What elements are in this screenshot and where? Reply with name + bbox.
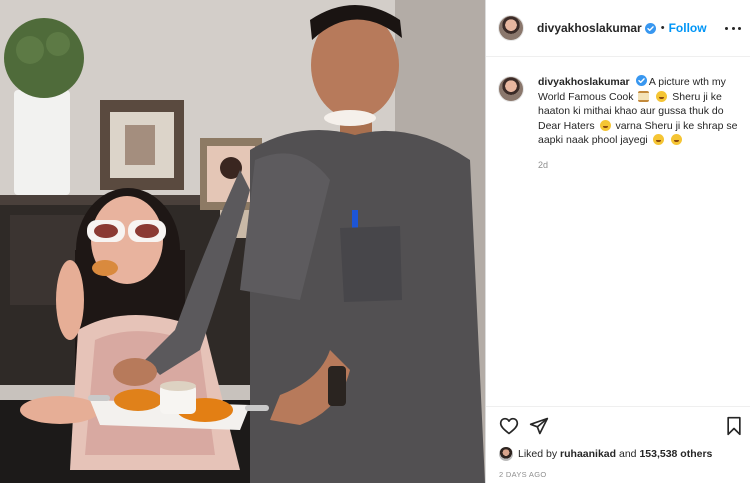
author-username[interactable]: divyakhoslakumar <box>537 21 642 35</box>
paper-plane-icon[interactable] <box>529 416 549 436</box>
author-avatar[interactable] <box>498 15 524 41</box>
post-side-panel: divyakhoslakumar • Follow divyakhoslakum… <box>485 0 750 483</box>
liked-by-and: and <box>618 448 637 460</box>
caption-text: divyakhoslakumar A picture wth my World … <box>538 75 738 148</box>
caption-block: divyakhoslakumar A picture wth my World … <box>498 75 740 170</box>
laughing-emoji-icon <box>656 90 668 102</box>
post-date: 2 DAYS AGO <box>499 470 547 479</box>
heart-icon[interactable] <box>499 416 519 436</box>
liker-avatar[interactable] <box>499 447 513 461</box>
verified-badge-icon <box>635 75 647 86</box>
post-header: divyakhoslakumar • Follow <box>486 0 750 57</box>
caption-username[interactable]: divyakhoslakumar <box>538 76 630 88</box>
post-photo[interactable] <box>0 0 485 483</box>
grinning-emoji-icon <box>670 134 682 145</box>
crying-emoji-icon <box>652 134 664 145</box>
caption-time-ago: 2d <box>538 159 549 170</box>
caption-author-avatar[interactable] <box>498 76 524 102</box>
more-options-icon[interactable] <box>725 20 741 36</box>
header-separator: • <box>660 22 665 34</box>
likes-others-count[interactable]: 153,538 others <box>639 448 712 460</box>
liked-by-prefix: Liked by <box>518 448 558 460</box>
smiling-emoji-icon <box>599 119 611 131</box>
post-actions: Liked by ruhaanikad and 153,538 others 2… <box>486 406 750 483</box>
verified-badge-icon <box>644 22 656 34</box>
post-photo-illustration <box>0 0 485 483</box>
caption-body: divyakhoslakumar A picture wth my World … <box>538 75 738 170</box>
likes-summary: Liked by ruhaanikad and 153,538 others <box>499 447 712 461</box>
liked-by-user[interactable]: ruhaanikad <box>560 448 616 460</box>
follow-button[interactable]: Follow <box>669 21 707 35</box>
bookmark-icon[interactable] <box>724 416 744 436</box>
hourglass-emoji-icon <box>638 90 650 102</box>
